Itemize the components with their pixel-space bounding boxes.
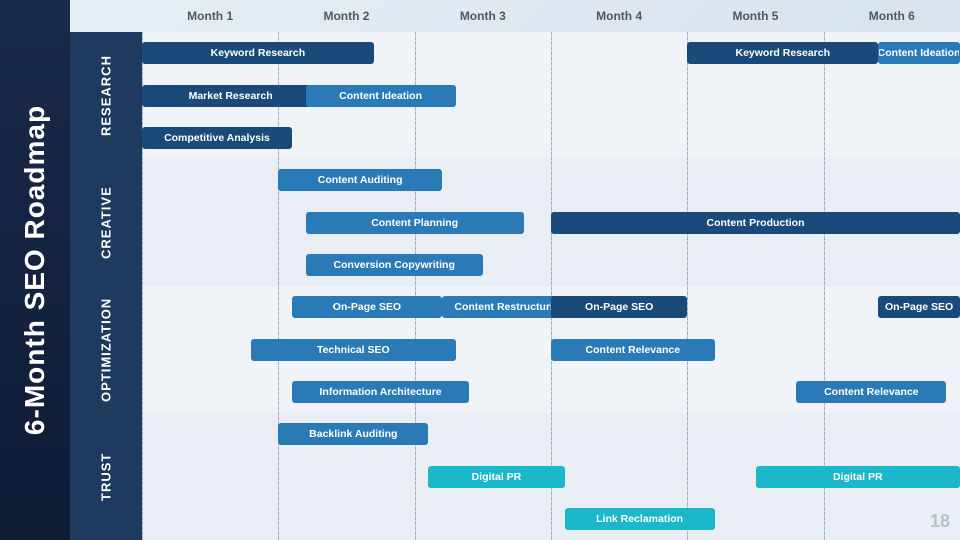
- bar-trust-21: Digital PR: [756, 466, 960, 488]
- bar-research-2: Content Ideation: [306, 85, 456, 107]
- bar-trust-19: Digital PR: [428, 466, 564, 488]
- bar-optimization-16: Content Relevance: [796, 381, 946, 403]
- bar-research-0: Keyword Research: [142, 42, 374, 64]
- section-label-optimization: Optimization: [70, 286, 142, 413]
- bar-optimization-13: Content Relevance: [551, 339, 715, 361]
- bar-creative-7: Content Planning: [306, 212, 524, 234]
- bar-optimization-14: Information Architecture: [292, 381, 469, 403]
- title-vertical: 6-Month SEO Roadmap: [0, 0, 70, 540]
- section-label-creative: Creative: [70, 159, 142, 286]
- chart-area: Month 1Month 2Month 3Month 4Month 5Month…: [70, 0, 960, 540]
- bar-research-5: Content Ideation: [878, 42, 960, 64]
- watermark: 18: [930, 511, 950, 532]
- month-label-6: Month 6: [824, 9, 960, 23]
- month-label-4: Month 4: [551, 9, 687, 23]
- months-header: Month 1Month 2Month 3Month 4Month 5Month…: [70, 0, 960, 32]
- main-title: 6-Month SEO Roadmap: [19, 105, 51, 435]
- bar-optimization-17: On-Page SEO: [878, 296, 960, 318]
- bar-optimization-12: Technical SEO: [251, 339, 456, 361]
- bar-research-1: Market Research: [142, 85, 319, 107]
- bar-optimization-10: On-Page SEO: [292, 296, 442, 318]
- section-label-research: Research: [70, 32, 142, 159]
- bar-research-4: Keyword Research: [687, 42, 878, 64]
- bar-research-3: Competitive Analysis: [142, 127, 292, 149]
- bar-trust-20: Link Reclamation: [565, 508, 715, 530]
- bar-creative-8: Conversion Copywriting: [306, 254, 483, 276]
- month-label-5: Month 5: [687, 9, 823, 23]
- section-label-trust: Trust: [70, 413, 142, 540]
- bar-creative-6: Content Auditing: [278, 169, 442, 191]
- sections-column: ResearchCreativeOptimizationTrust: [70, 32, 142, 540]
- month-label-3: Month 3: [415, 9, 551, 23]
- bar-creative-9: Content Production: [551, 212, 960, 234]
- month-label-2: Month 2: [278, 9, 414, 23]
- bars-container: Keyword ResearchMarket ResearchContent I…: [142, 32, 960, 540]
- bar-optimization-15: On-Page SEO: [551, 296, 687, 318]
- month-label-1: Month 1: [142, 9, 278, 23]
- bar-trust-18: Backlink Auditing: [278, 423, 428, 445]
